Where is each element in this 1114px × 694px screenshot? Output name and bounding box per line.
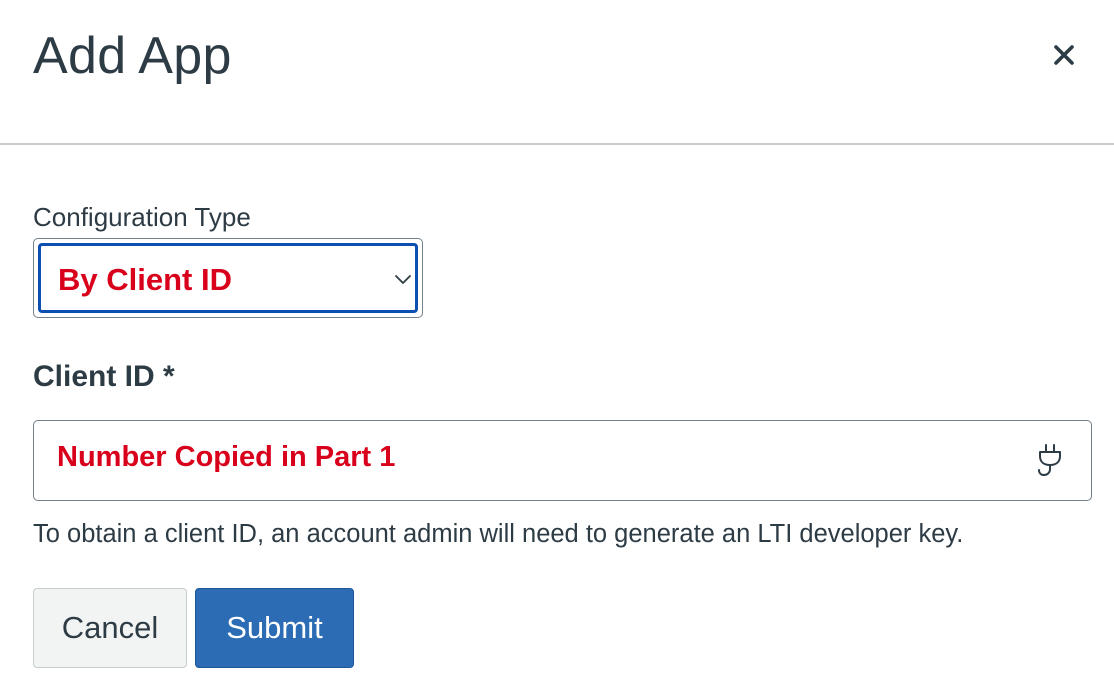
config-type-select[interactable]: By Client ID: [33, 238, 423, 318]
client-id-help-text: To obtain a client ID, an account admin …: [33, 520, 964, 548]
add-app-dialog: Add App Configuration Type By Client ID …: [0, 0, 1114, 694]
plug-icon: [1038, 444, 1061, 477]
client-id-input[interactable]: Number Copied in Part 1: [33, 420, 1092, 501]
client-id-label: Client ID *: [33, 360, 175, 393]
cancel-button[interactable]: Cancel: [33, 588, 187, 668]
dialog-title: Add App: [33, 27, 232, 85]
dialog-header: Add App: [0, 0, 1114, 145]
config-type-select-focus[interactable]: By Client ID: [38, 243, 418, 313]
config-type-label: Configuration Type: [33, 202, 251, 232]
config-type-value: By Client ID: [58, 262, 232, 297]
client-id-value: Number Copied in Part 1: [57, 441, 396, 473]
submit-button[interactable]: Submit: [195, 588, 354, 668]
close-icon: [1054, 45, 1074, 65]
close-button[interactable]: [1044, 38, 1084, 72]
chevron-down-icon: [395, 275, 411, 284]
